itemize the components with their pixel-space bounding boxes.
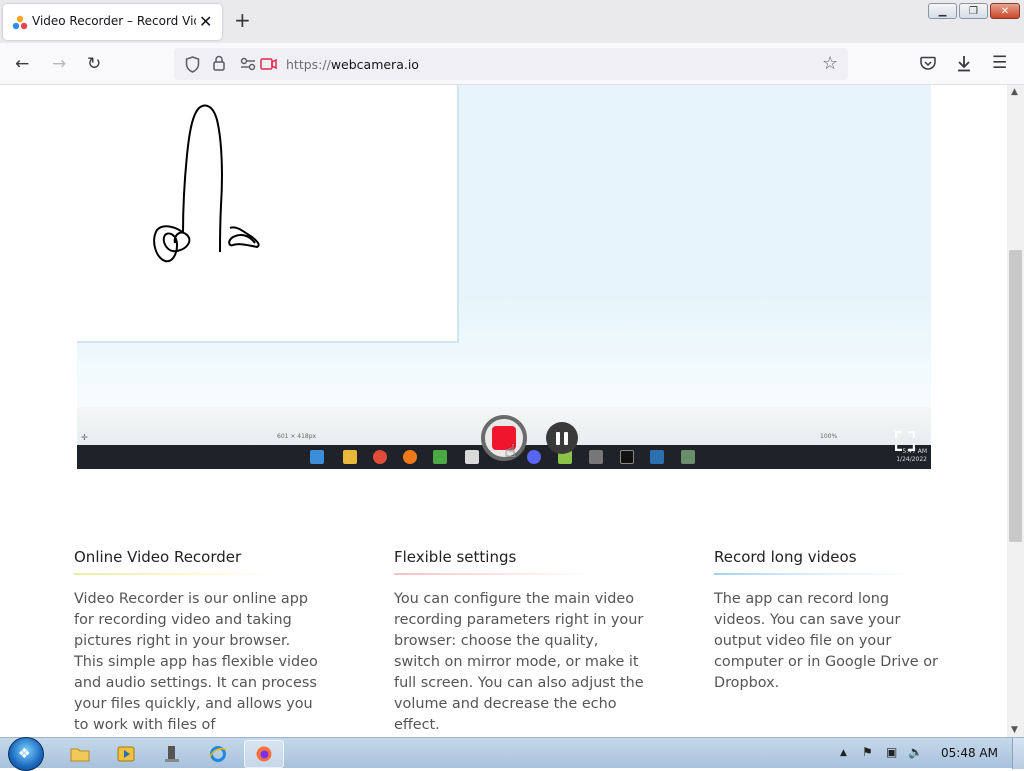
site-favicon-icon — [12, 15, 28, 30]
feature-text: Video Recorder is our online app for rec… — [74, 591, 318, 733]
canvas-drawing — [153, 104, 260, 263]
discord-icon — [527, 450, 541, 464]
pause-bar-icon — [564, 431, 568, 445]
pocket-icon[interactable] — [920, 56, 936, 71]
folder-icon — [70, 748, 90, 762]
steam-icon — [650, 450, 664, 464]
minimize-button[interactable]: ▁ — [928, 3, 957, 19]
scroll-down-icon[interactable]: ▼ — [1011, 725, 1018, 735]
lock-icon[interactable] — [212, 55, 226, 72]
minecraft-icon — [433, 450, 447, 464]
reload-icon[interactable]: ↻ — [87, 55, 101, 73]
feature-online-video-recorder: Online Video Recorder Video Recorder is … — [74, 547, 324, 736]
back-arrow-icon[interactable]: ← — [15, 55, 29, 73]
feature-title: Flexible settings — [394, 548, 517, 566]
tab-title: Video Recorder – Record Video — [32, 14, 196, 28]
tab-strip: Video Recorder – Record Video ✕ + ▁ ❐ ✕ — [0, 0, 1024, 43]
windows-taskbar: ❖ ▲ ⚑ ▣ 🔈 05:48 AM — [0, 737, 1024, 771]
windows-logo-icon — [310, 450, 324, 464]
feature-record-long-videos: Record long videos The app can record lo… — [714, 547, 944, 694]
paint-canvas — [77, 85, 459, 343]
tab-active[interactable]: Video Recorder – Record Video ✕ — [3, 4, 222, 40]
network-icon[interactable]: ▣ — [886, 745, 897, 759]
camera-sharing-icon[interactable] — [260, 57, 277, 71]
pause-bar-icon — [556, 431, 560, 445]
new-tab-button[interactable]: + — [234, 10, 251, 30]
taskbar-internet-explorer[interactable] — [198, 740, 238, 768]
feature-title: Online Video Recorder — [74, 548, 242, 566]
record-button[interactable] — [481, 415, 527, 461]
window-controls: ▁ ❐ ✕ — [928, 3, 1020, 19]
url-host: webcamera.io — [330, 57, 419, 72]
nav-bar: ← → ↻ https://webcamera.io ☆ ☰ — [0, 43, 1024, 85]
windows-logo-icon: ❖ — [18, 746, 31, 762]
video-preview: ✛ 601 × 418px 100% 5:47 AM 1/24/2022 ☝ — [77, 85, 931, 469]
taskbar-firefox[interactable] — [244, 740, 284, 768]
folder-icon — [343, 450, 357, 464]
permissions-icon[interactable] — [240, 57, 256, 71]
start-button[interactable]: ❖ — [8, 737, 44, 771]
tracking-shield-icon[interactable] — [185, 56, 200, 73]
forward-arrow-icon[interactable]: → — [52, 55, 66, 73]
taskbar-file-explorer[interactable] — [60, 740, 100, 768]
address-bar[interactable]: https://webcamera.io ☆ — [174, 48, 848, 80]
taskbar-clock[interactable]: 05:48 AM — [941, 746, 998, 760]
pause-button[interactable] — [546, 422, 578, 454]
url-text[interactable]: https://webcamera.io — [286, 57, 419, 72]
system-tray: ▲ ⚑ ▣ 🔈 05:48 AM — [834, 738, 1024, 769]
url-scheme: https:// — [286, 57, 331, 72]
app-icon — [681, 450, 695, 464]
firefox-icon — [403, 450, 417, 464]
chrome-icon — [373, 450, 387, 464]
taskbar-media-player[interactable] — [106, 740, 146, 768]
show-desktop-button[interactable] — [1012, 738, 1024, 769]
internet-explorer-icon — [209, 746, 227, 762]
page-scrollbar[interactable]: ▲ ▼ — [1007, 85, 1024, 737]
downloads-icon[interactable] — [956, 55, 972, 72]
move-icon: ✛ — [81, 433, 88, 442]
close-window-button[interactable]: ✕ — [990, 3, 1020, 19]
close-tab-icon[interactable]: ✕ — [199, 12, 212, 31]
calendar-icon — [465, 450, 479, 464]
feature-text: You can configure the main video recordi… — [394, 591, 644, 733]
zoom-label: 100% — [820, 433, 838, 440]
media-player-icon — [117, 746, 135, 762]
volume-icon[interactable]: 🔈 — [908, 745, 923, 759]
taskbar-server-manager[interactable] — [152, 740, 192, 768]
show-hidden-icons[interactable]: ▲ — [840, 748, 847, 758]
canvas-size-label: 601 × 418px — [277, 433, 317, 440]
feature-underline — [714, 573, 912, 575]
scroll-up-icon[interactable]: ▲ — [1011, 87, 1018, 97]
action-center-icon[interactable]: ⚑ — [862, 745, 873, 759]
scrollbar-thumb[interactable] — [1009, 250, 1022, 542]
feature-underline — [394, 573, 592, 575]
feature-title: Record long videos — [714, 548, 857, 566]
fullscreen-icon[interactable] — [895, 431, 915, 451]
hand-cursor-icon: ☝ — [505, 441, 516, 462]
feature-flexible-settings: Flexible settings You can configure the … — [394, 547, 644, 736]
app-icon — [589, 450, 603, 464]
firefox-icon — [256, 746, 272, 762]
app-menu-icon[interactable]: ☰ — [992, 54, 1007, 72]
server-manager-icon — [165, 746, 179, 762]
page-content: ✛ 601 × 418px 100% 5:47 AM 1/24/2022 ☝ O… — [0, 85, 1007, 737]
bookmark-star-icon[interactable]: ☆ — [822, 53, 838, 74]
feature-text: The app can record long videos. You can … — [714, 591, 938, 691]
feature-underline — [74, 573, 272, 575]
terminal-icon — [620, 450, 634, 464]
browser-window: Video Recorder – Record Video ✕ + ▁ ❐ ✕ … — [0, 0, 1024, 771]
restore-button[interactable]: ❐ — [959, 3, 988, 19]
